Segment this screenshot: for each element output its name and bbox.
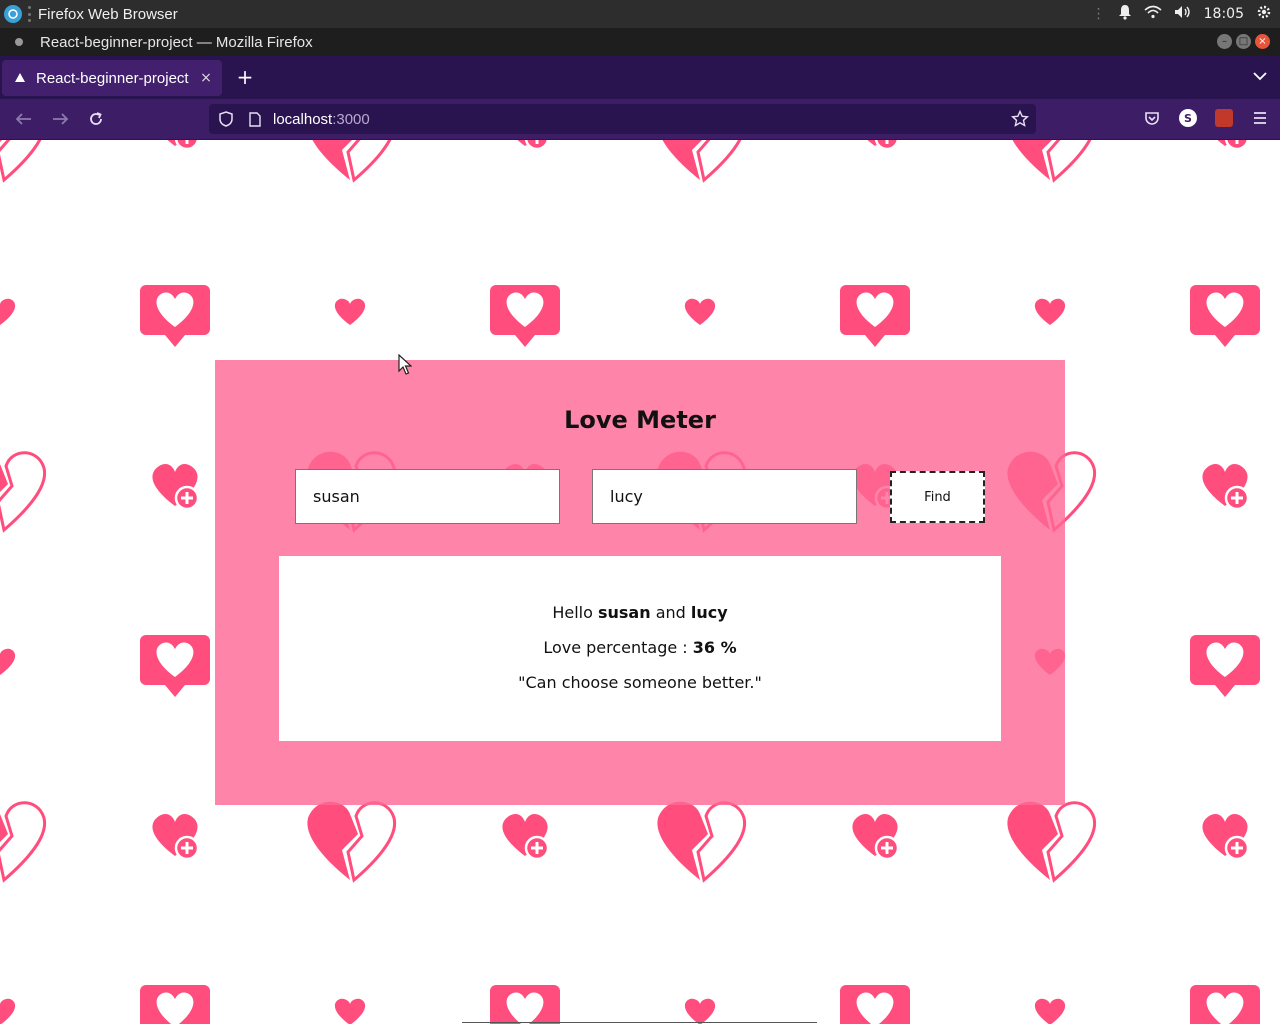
volume-icon[interactable]	[1174, 5, 1192, 23]
close-window-icon[interactable]: ×	[1255, 34, 1270, 49]
result-name-1: susan	[597, 603, 651, 622]
wifi-icon[interactable]	[1144, 5, 1162, 23]
tracking-protection-shield-icon[interactable]	[217, 110, 235, 128]
back-arrow-icon[interactable]	[14, 109, 34, 129]
tab-strip: React-beginner-project × +	[0, 56, 1280, 99]
page-info-icon[interactable]	[247, 110, 263, 128]
window-menu-dot-icon[interactable]	[15, 38, 23, 46]
bookmark-star-icon[interactable]	[1010, 109, 1030, 129]
url-bar[interactable]: localhost:3000	[209, 104, 1036, 134]
window-title: React-beginner-project — Mozilla Firefox	[40, 33, 313, 51]
result-panel: Hello susan and lucy Love percentage : 3…	[279, 556, 1001, 741]
second-name-input[interactable]	[592, 469, 857, 524]
forward-arrow-icon[interactable]	[50, 109, 70, 129]
greeting-hello: Hello	[552, 603, 593, 622]
new-tab-button[interactable]: +	[234, 66, 256, 88]
percentage-line: Love percentage : 36 %	[279, 638, 1001, 657]
first-name-input[interactable]	[295, 469, 560, 524]
navigation-toolbar: localhost:3000 S	[0, 99, 1280, 140]
account-avatar[interactable]: S	[1178, 108, 1198, 128]
window-controls: – □ ×	[1217, 34, 1270, 49]
divider	[462, 1022, 817, 1023]
minimize-icon[interactable]: –	[1217, 34, 1232, 49]
os-status-area: ⋮ 18:05	[1092, 0, 1272, 28]
tab-react-beginner-project[interactable]: React-beginner-project ×	[2, 60, 222, 96]
notification-bell-icon[interactable]	[1118, 4, 1132, 24]
reload-icon[interactable]	[86, 109, 106, 129]
url-host[interactable]: localhost	[273, 111, 332, 128]
account-initial: S	[1179, 109, 1197, 127]
result-message: "Can choose someone better."	[518, 673, 762, 692]
page-viewport: Love Meter Find Hello susan and lucy Lov…	[0, 140, 1280, 1024]
settings-gear-icon[interactable]	[1256, 4, 1272, 24]
maximize-icon[interactable]: □	[1236, 34, 1251, 49]
dots-icon	[28, 6, 32, 22]
tab-close-icon[interactable]: ×	[194, 70, 218, 86]
dots-icon: ⋮	[1091, 6, 1106, 22]
result-name-2: lucy	[690, 603, 728, 622]
mouse-cursor-icon	[398, 353, 413, 380]
url-port[interactable]: :3000	[332, 111, 370, 128]
page-title: Love Meter	[564, 406, 716, 434]
clock[interactable]: 18:05	[1204, 6, 1244, 22]
toolbar-right-icons: S	[1142, 108, 1270, 128]
hamburger-menu-icon[interactable]	[1250, 108, 1270, 128]
find-button[interactable]: Find	[890, 471, 985, 523]
react-favicon-icon	[14, 72, 26, 84]
percentage-label: Love percentage :	[543, 638, 688, 657]
list-all-tabs-chevron-icon[interactable]	[1252, 68, 1268, 84]
percentage-value: 36 %	[692, 638, 737, 657]
os-top-bar: Firefox Web Browser ⋮ 18:05	[0, 0, 1280, 28]
greeting-line: Hello susan and lucy	[279, 603, 1001, 622]
firefox-app-icon[interactable]	[4, 5, 22, 23]
os-app-title[interactable]: Firefox Web Browser	[38, 6, 178, 23]
extension-icon[interactable]	[1214, 108, 1234, 128]
pocket-icon[interactable]	[1142, 108, 1162, 128]
greeting-and: and	[655, 603, 686, 622]
tab-label: React-beginner-project	[36, 69, 189, 87]
window-title-bar: React-beginner-project — Mozilla Firefox…	[0, 28, 1280, 56]
love-meter-card: Love Meter Find Hello susan and lucy Lov…	[215, 360, 1065, 805]
